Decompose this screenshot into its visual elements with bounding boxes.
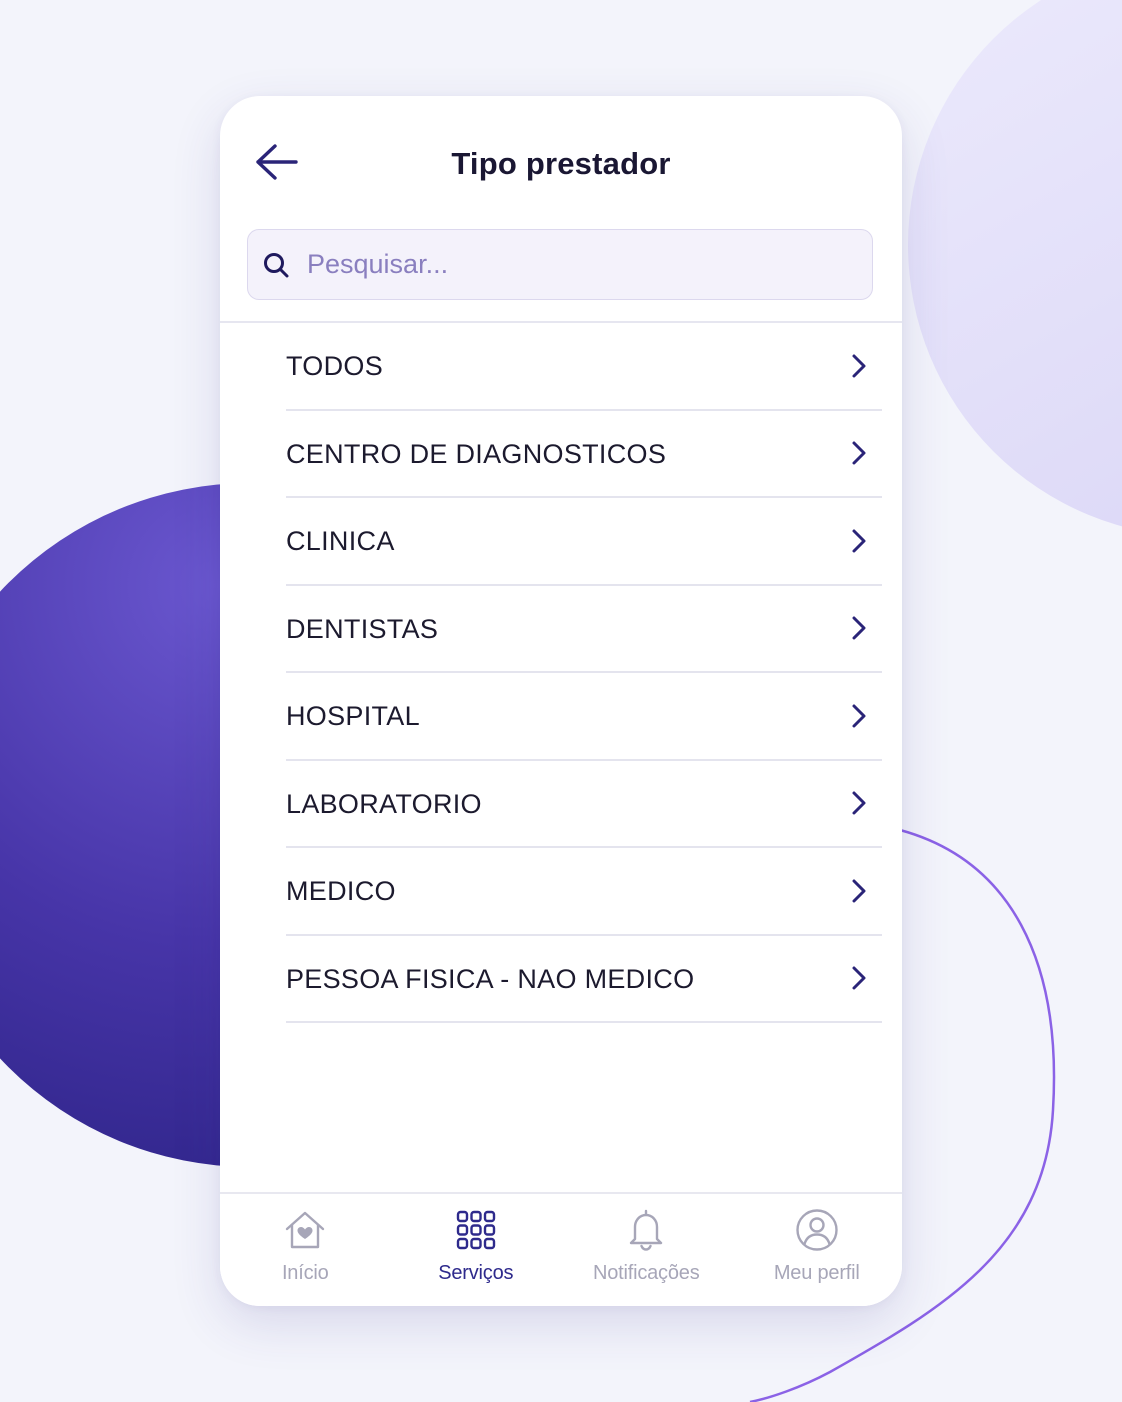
chevron-right-icon bbox=[848, 440, 870, 466]
list-item-dentistas[interactable]: DENTISTAS bbox=[286, 586, 882, 673]
nav-label: Notificações bbox=[592, 1262, 700, 1284]
list-item-label: MEDICO bbox=[286, 876, 396, 907]
list-item-todos[interactable]: TODOS bbox=[286, 323, 882, 411]
list-item-label: CENTRO DE DIAGNOSTICOS bbox=[286, 438, 667, 469]
list-item-label: PESSOA FISICA - NAO MEDICO bbox=[286, 963, 695, 994]
chevron-right-icon bbox=[848, 703, 870, 729]
nav-item-meu-perfil[interactable]: Meu perfil bbox=[732, 1194, 903, 1306]
list-item-clinica[interactable]: CLINICA bbox=[286, 498, 882, 586]
list-item-label: DENTISTAS bbox=[286, 613, 439, 644]
provider-type-list: TODOS CENTRO DE DIAGNOSTICOS CLINICA DEN… bbox=[286, 323, 882, 1023]
nav-label: Meu perfil bbox=[773, 1262, 860, 1284]
nav-label: Início bbox=[281, 1262, 329, 1284]
search-input[interactable] bbox=[307, 234, 872, 295]
nav-item-notificacoes[interactable]: Notificações bbox=[561, 1194, 732, 1306]
list-item-hospital[interactable]: HOSPITAL bbox=[286, 673, 882, 761]
user-circle-icon bbox=[793, 1206, 841, 1254]
list-item-laboratorio[interactable]: LABORATORIO bbox=[286, 761, 882, 848]
page-title: Tipo prestador bbox=[451, 146, 671, 181]
bell-icon bbox=[622, 1206, 670, 1254]
light-circle-decoration bbox=[908, 0, 1122, 527]
chevron-right-icon bbox=[848, 615, 870, 641]
list-item-pessoa-fisica-nao-medico[interactable]: PESSOA FISICA - NAO MEDICO bbox=[286, 936, 882, 1023]
nav-label: Serviços bbox=[438, 1262, 514, 1284]
chevron-right-icon bbox=[848, 353, 870, 379]
grid-icon bbox=[452, 1206, 500, 1254]
bottom-nav: Início Serviços Notificações Meu perfil bbox=[220, 1192, 902, 1306]
chevron-right-icon bbox=[848, 965, 870, 991]
list-item-centro-de-diagnosticos[interactable]: CENTRO DE DIAGNOSTICOS bbox=[286, 411, 882, 498]
chevron-right-icon bbox=[848, 878, 870, 904]
phone-screen: Tipo prestador TODOS CENTRO DE DIAGNOSTI… bbox=[220, 96, 902, 1306]
chevron-right-icon bbox=[848, 528, 870, 554]
nav-item-servicos[interactable]: Serviços bbox=[391, 1194, 562, 1306]
search-box[interactable] bbox=[247, 229, 873, 300]
home-heart-icon bbox=[281, 1206, 329, 1254]
nav-item-inicio[interactable]: Início bbox=[220, 1194, 391, 1306]
list-item-label: TODOS bbox=[286, 351, 384, 382]
list-item-label: HOSPITAL bbox=[286, 701, 420, 732]
list-item-medico[interactable]: MEDICO bbox=[286, 848, 882, 936]
search-icon bbox=[261, 250, 291, 280]
list-item-label: LABORATORIO bbox=[286, 788, 482, 819]
header: Tipo prestador bbox=[220, 96, 902, 226]
chevron-right-icon bbox=[848, 790, 870, 816]
list-item-label: CLINICA bbox=[286, 526, 395, 557]
